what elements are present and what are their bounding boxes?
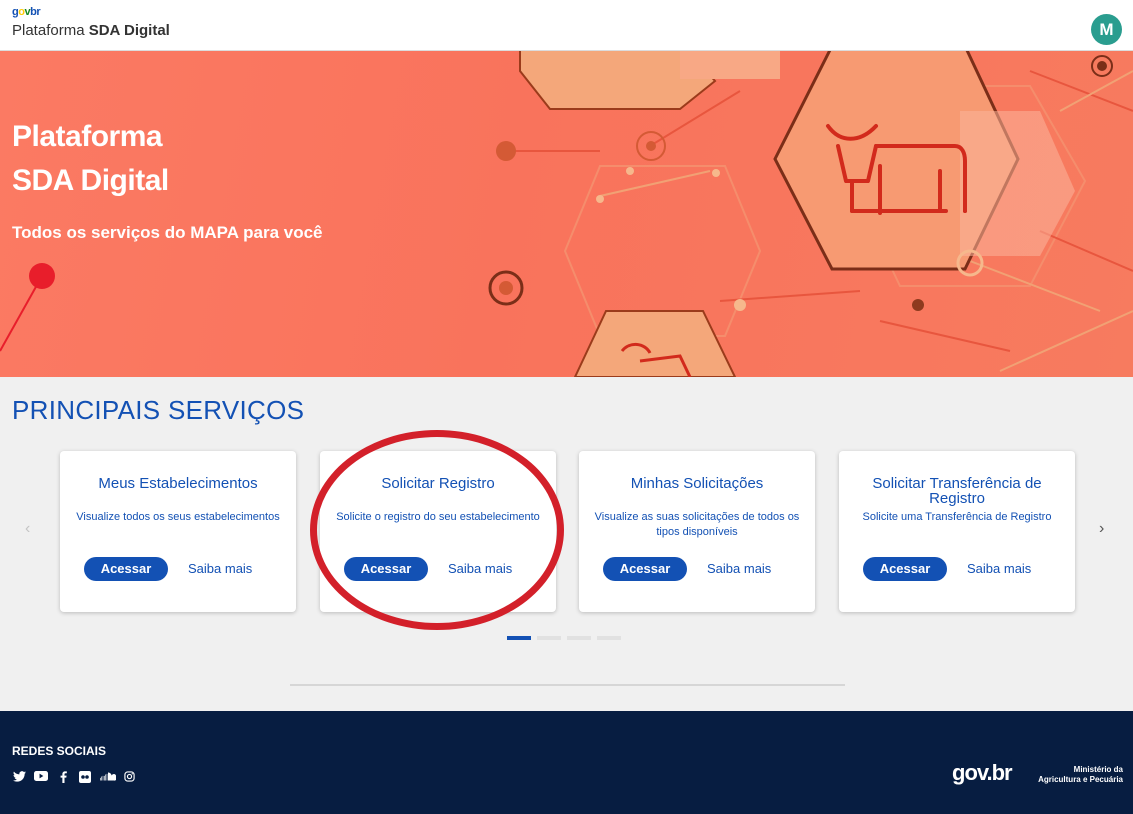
carousel-prev-icon[interactable]: ‹	[25, 520, 30, 538]
card-title: Minhas Solicitações	[630, 475, 764, 492]
card-description: Visualize todos os seus estabelecimentos	[76, 511, 280, 523]
service-card: Solicitar Registro Solicite o registro d…	[320, 451, 556, 612]
carousel-dot[interactable]	[537, 636, 561, 640]
logo-letters-br: br	[30, 6, 41, 18]
youtube-icon[interactable]	[34, 771, 48, 785]
access-button[interactable]: Acessar	[344, 557, 428, 581]
instagram-icon[interactable]	[122, 771, 136, 785]
card-description: Visualize as suas solicitações de todos …	[594, 511, 800, 538]
carousel-dot[interactable]	[597, 636, 621, 640]
section-title: PRINCIPAIS SERVIÇOS	[12, 395, 305, 425]
card-title: Meus Estabelecimentos	[98, 475, 258, 492]
footer-govbr-logo[interactable]: gov.br	[952, 760, 1013, 786]
learn-more-link[interactable]: Saiba mais	[967, 557, 1031, 581]
app-title[interactable]: Plataforma SDA Digital	[12, 22, 170, 39]
ministry-logo[interactable]: Ministério da Agricultura e Pecuária	[1035, 765, 1123, 785]
social-links	[12, 771, 136, 785]
facebook-icon[interactable]	[56, 771, 70, 785]
learn-more-link[interactable]: Saiba mais	[448, 557, 512, 581]
access-button[interactable]: Acessar	[603, 557, 687, 581]
card-title: Solicitar Transferência de Registro	[872, 475, 1042, 507]
carousel-pagination	[507, 636, 621, 640]
hero-illustration	[0, 51, 1133, 377]
hero-subtitle: Todos os serviços do MAPA para você	[12, 223, 323, 242]
hero-title-line1: Plataforma	[12, 120, 163, 153]
learn-more-link[interactable]: Saiba mais	[188, 557, 252, 581]
footer: REDES SOCIAIS gov.br Ministério da Agric…	[0, 711, 1133, 814]
social-title: REDES SOCIAIS	[12, 744, 107, 758]
card-description: Solicite uma Transferência de Registro	[862, 511, 1052, 523]
carousel-dot[interactable]	[567, 636, 591, 640]
hero-title-line2: SDA Digital	[12, 164, 169, 197]
app-title-bold: SDA Digital	[88, 22, 170, 39]
hero-banner: Plataforma SDA Digital Todos os serviços…	[0, 51, 1133, 377]
section-divider	[290, 684, 845, 686]
top-header: govbr Plataforma SDA Digital M	[0, 0, 1133, 51]
access-button[interactable]: Acessar	[84, 557, 168, 581]
card-description: Solicite o registro do seu estabelecimen…	[336, 511, 540, 523]
access-button[interactable]: Acessar	[863, 557, 947, 581]
user-avatar[interactable]: M	[1091, 14, 1122, 45]
service-card: Solicitar Transferência de Registro Soli…	[839, 451, 1075, 612]
govbr-logo[interactable]: govbr	[12, 6, 41, 18]
app-title-light: Plataforma	[12, 22, 85, 39]
twitter-icon[interactable]	[12, 771, 26, 785]
service-card: Minhas Solicitações Visualize as suas so…	[579, 451, 815, 612]
carousel-next-icon[interactable]: ›	[1099, 520, 1104, 538]
flickr-icon[interactable]	[78, 771, 92, 785]
ministry-line2: Agricultura e Pecuária	[1038, 775, 1123, 784]
service-card: Meus Estabelecimentos Visualize todos os…	[60, 451, 296, 612]
soundcloud-icon[interactable]	[100, 771, 117, 785]
learn-more-link[interactable]: Saiba mais	[707, 557, 771, 581]
ministry-line1: Ministério da	[1073, 765, 1123, 774]
carousel-dot-active[interactable]	[507, 636, 531, 640]
card-title: Solicitar Registro	[381, 475, 495, 492]
hero-title: Plataforma SDA Digital	[12, 115, 169, 203]
